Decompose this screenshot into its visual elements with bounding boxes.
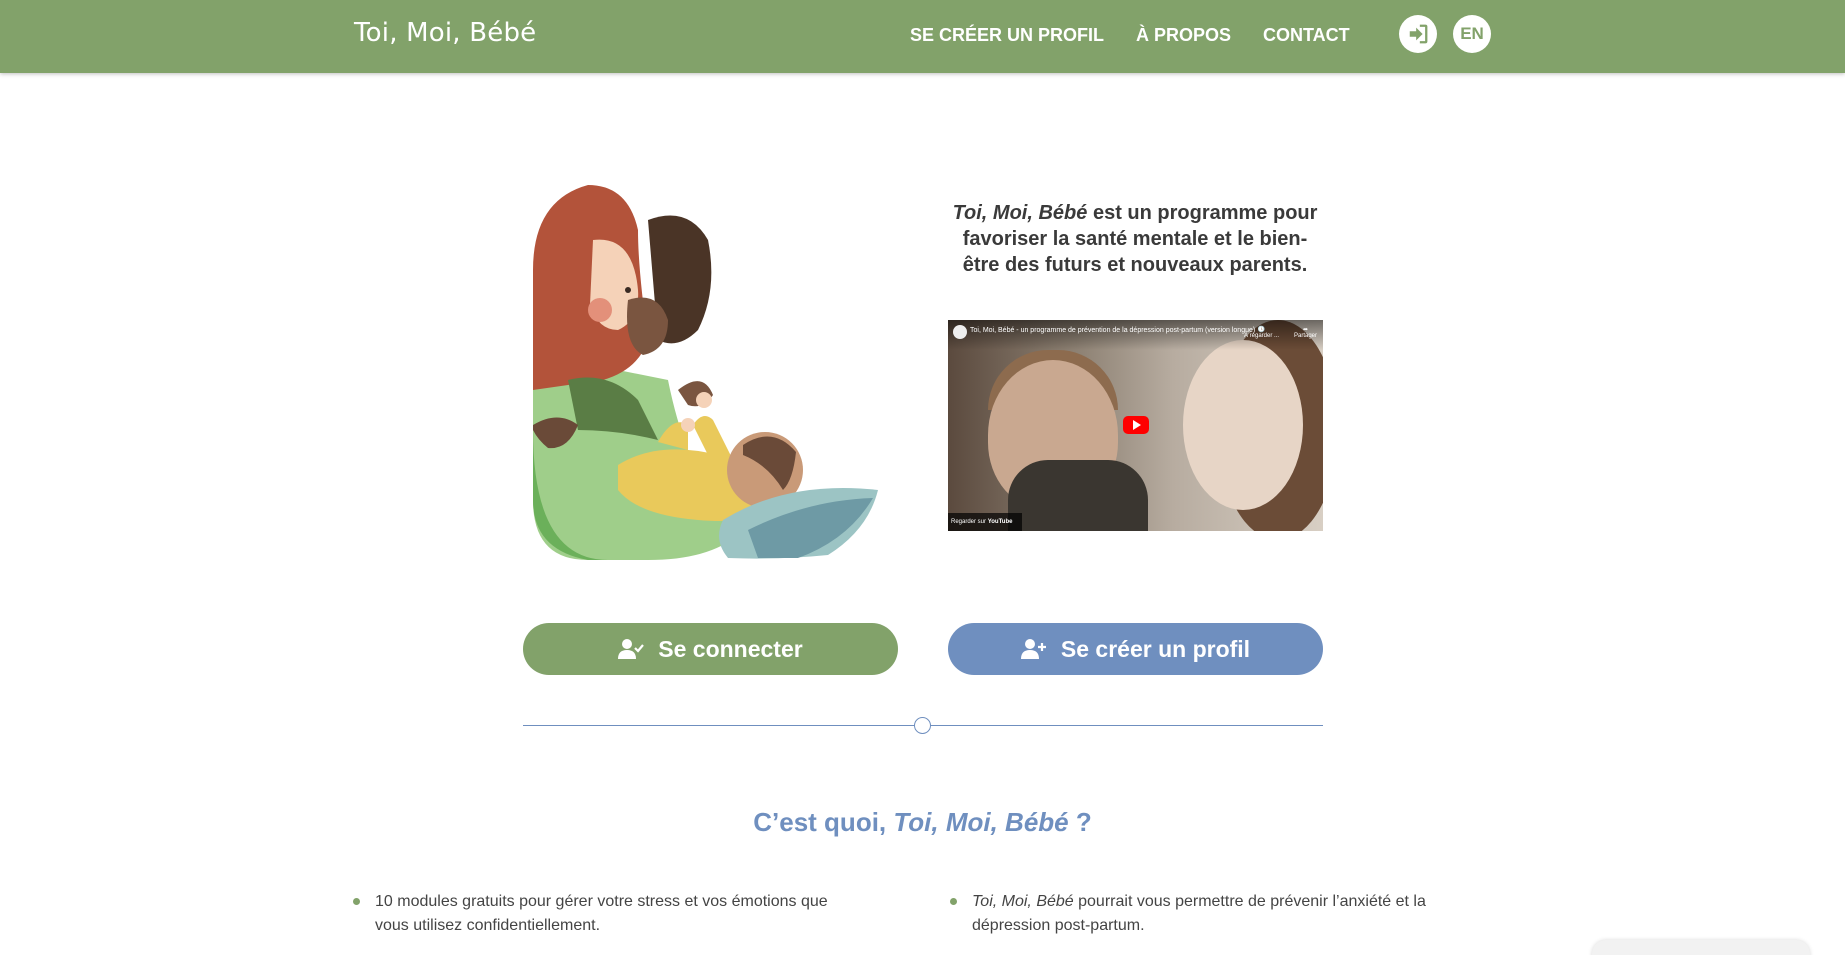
section-heading-italic: Toi, Moi, Bébé [893, 807, 1069, 837]
share-button[interactable]: ➦ Partager [1294, 326, 1317, 339]
nav-about[interactable]: À PROPOS [1136, 25, 1231, 46]
nav-create-profile[interactable]: SE CRÉER UN PROFIL [910, 25, 1104, 46]
watch-later-label: À regarder ... [1243, 333, 1279, 339]
list-item-text: Toi, Moi, Bébé pourrait vous permettre d… [972, 890, 1462, 938]
sign-in-icon [1409, 24, 1428, 44]
video-frame-decor [1183, 340, 1303, 510]
user-plus-icon [1020, 639, 1046, 659]
site-logo[interactable]: Toi, Moi, Bébé [354, 18, 536, 48]
watch-on-youtube-link[interactable]: Regarder sur YouTube [948, 513, 1022, 531]
section-heading-prefix: C’est quoi, [753, 807, 894, 837]
language-toggle[interactable]: EN [1453, 15, 1491, 53]
parents-with-baby-illustration [533, 185, 878, 560]
video-frame-decor [1008, 460, 1148, 531]
signup-button[interactable]: Se créer un profil [948, 623, 1323, 675]
chat-widget-tab[interactable] [1592, 940, 1810, 955]
intro-program-name: Toi, Moi, Bébé [952, 202, 1088, 224]
nav-contact[interactable]: CONTACT [1263, 25, 1350, 46]
bullet-dot [950, 898, 957, 905]
login-button[interactable]: Se connecter [523, 623, 898, 675]
list-item-italic: Toi, Moi, Bébé [972, 893, 1074, 910]
intro-text: Toi, Moi, Bébé est un programme pour fav… [945, 200, 1325, 278]
top-navbar: Toi, Moi, Bébé SE CRÉER UN PROFIL À PROP… [0, 0, 1845, 73]
watch-later-button[interactable]: 🕓 À regarder ... [1244, 326, 1279, 339]
play-button[interactable] [1123, 416, 1149, 434]
divider-circle [914, 717, 931, 734]
channel-avatar[interactable] [953, 325, 967, 339]
user-check-icon [618, 639, 645, 659]
youtube-logo: YouTube [987, 519, 1013, 525]
section-heading: C’est quoi, Toi, Moi, Bébé ? [0, 807, 1845, 838]
signup-label: Se créer un profil [1060, 635, 1251, 662]
list-item-text: 10 modules gratuits pour gérer votre str… [375, 890, 865, 938]
login-label: Se connecter [658, 635, 803, 662]
list-item-body: 10 modules gratuits pour gérer votre str… [375, 893, 828, 934]
watch-on-label: Regarder sur [951, 519, 987, 525]
youtube-video-embed[interactable]: Toi, Moi, Bébé - un programme de prévent… [948, 320, 1323, 531]
bullet-dot [353, 898, 360, 905]
video-title[interactable]: Toi, Moi, Bébé - un programme de prévent… [970, 327, 1255, 334]
section-heading-suffix: ? [1068, 807, 1092, 837]
share-label: Partager [1293, 333, 1317, 339]
login-icon-button[interactable] [1399, 15, 1437, 53]
